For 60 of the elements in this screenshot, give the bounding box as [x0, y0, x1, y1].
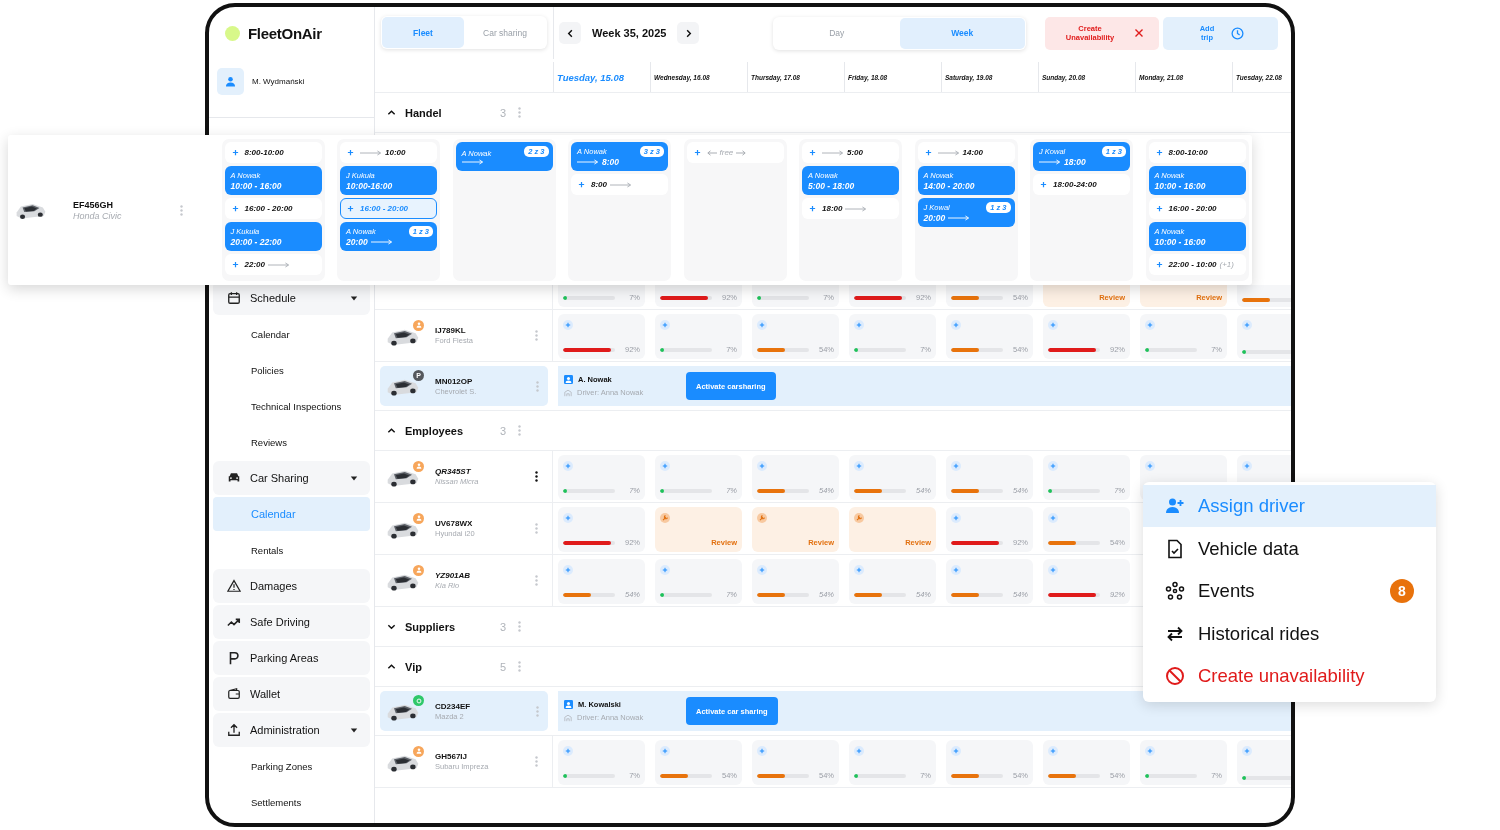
nav-item[interactable]: Parking Areas	[213, 641, 370, 675]
free-slot[interactable]: 18:00-24:00	[1033, 174, 1130, 195]
nav-subitem[interactable]: Settlements	[213, 785, 370, 819]
nav-subitem[interactable]: Reviews	[213, 425, 370, 459]
nav-item[interactable]: Safe Driving	[213, 605, 370, 639]
view-tab[interactable]: Fleet	[382, 17, 464, 48]
free-slot[interactable]: 8:00-10:00	[224, 142, 322, 163]
group-count: 5	[500, 660, 508, 673]
menu-item[interactable]: Events 8	[1143, 570, 1436, 612]
free-slot[interactable]: 5:00	[802, 142, 899, 163]
nav-item[interactable]: Wallet	[213, 677, 370, 711]
free-slot[interactable]: 8:00-10:00	[1148, 142, 1246, 163]
group-count: 3	[500, 106, 508, 119]
next-day-note: (+1)	[1219, 260, 1234, 269]
nav-item[interactable]: Car Sharing	[213, 461, 370, 495]
week-label: Week 35, 2025	[592, 27, 667, 39]
menu-item[interactable]: Create unavailability	[1143, 655, 1436, 697]
license-plate: UV678WX	[435, 519, 474, 528]
license-plate: MN012OP	[435, 376, 474, 386]
free-slot[interactable]: 18:00	[802, 198, 899, 219]
free-slot[interactable]: 22:00	[224, 254, 322, 275]
range-tab[interactable]: Week	[899, 17, 1025, 49]
group-count: 3	[500, 620, 508, 633]
user-card[interactable]: M. Wydmański	[217, 65, 366, 97]
view-tab[interactable]: Car sharing	[464, 17, 546, 48]
license-plate: YZ901AB	[435, 571, 472, 580]
free-slot[interactable]: 16:00 - 20:00	[1148, 198, 1246, 219]
nav-item[interactable]: Administration	[213, 713, 370, 747]
car-model: Honda Civic	[73, 210, 123, 221]
menu-item[interactable]: Vehicle data	[1143, 527, 1436, 570]
range-tab[interactable]: Day	[774, 17, 900, 49]
free-slot[interactable]: free	[686, 142, 784, 163]
menu-item[interactable]: Historical rides	[1143, 612, 1436, 655]
events-count-badge: 8	[1390, 579, 1414, 603]
group-name: Employees	[405, 424, 465, 437]
license-plate: GH567IJ	[435, 752, 469, 761]
license-plate: QR345ST	[435, 467, 472, 476]
free-slot[interactable]: 16:00 - 20:00	[224, 198, 322, 219]
free-slot[interactable]: 16:00 - 20:00	[340, 198, 437, 219]
day-heading: Tuesday, 15.08	[557, 71, 625, 83]
nav-subitem[interactable]: Parking Zones	[213, 749, 370, 783]
group-name: Handel	[405, 106, 443, 119]
free-slot[interactable]: 14:00	[917, 142, 1015, 163]
license-plate: IJ789KL	[435, 326, 467, 335]
group-count: 3	[500, 424, 508, 437]
license-plate: EF456GH	[73, 199, 115, 210]
nav-subitem[interactable]: Technical Inspections	[213, 389, 370, 423]
nav-subitem[interactable]: Calendar	[213, 497, 370, 531]
menu-item[interactable]: Assign driver	[1143, 485, 1436, 527]
free-slot[interactable]: 8:00	[571, 174, 668, 195]
nav-subitem[interactable]: Policies	[213, 353, 370, 387]
brand-name: FleetOnAir	[248, 24, 322, 42]
nav-subitem[interactable]: Rentals	[213, 533, 370, 567]
nav-subitem[interactable]: Calendar	[213, 317, 370, 351]
group-name: Vip	[405, 660, 423, 673]
group-name: Suppliers	[405, 620, 457, 633]
free-slot[interactable]: 22:00 - 10:00 (+1)	[1148, 254, 1246, 275]
free-slot[interactable]: 10:00	[340, 142, 437, 163]
license-plate: CD234EF	[435, 701, 472, 711]
nav-item[interactable]: Damages	[213, 569, 370, 603]
